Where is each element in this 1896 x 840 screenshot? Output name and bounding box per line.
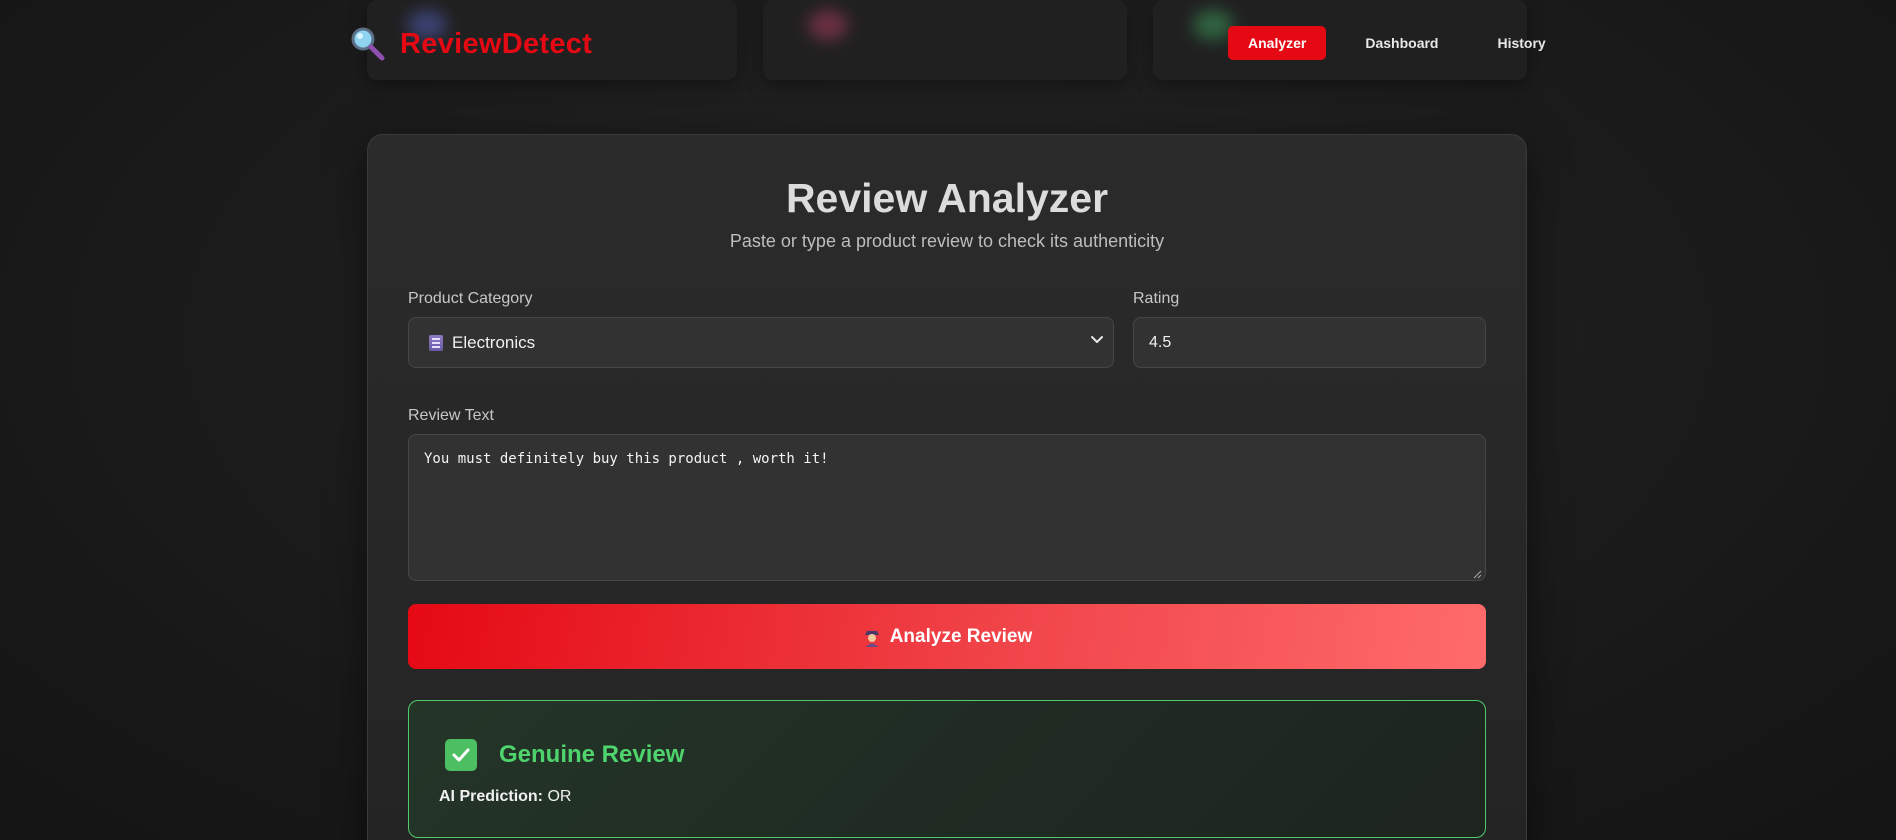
prediction-value: OR <box>547 788 572 805</box>
check-icon <box>445 739 477 771</box>
building-icon <box>429 334 443 351</box>
top-navbar: ReviewDetect Analyzer Dashboard History <box>0 0 1896 88</box>
rating-label: Rating <box>1133 290 1180 307</box>
page-title: Review Analyzer <box>785 175 1109 221</box>
category-select[interactable]: Electronics <box>408 317 1114 368</box>
review-label: Review Text <box>408 407 494 424</box>
result-panel: Genuine Review AI Prediction: OR <box>408 700 1486 838</box>
nav-dashboard[interactable]: Dashboard <box>1345 26 1458 60</box>
brand-title: ReviewDetect <box>400 27 593 60</box>
rating-input[interactable]: 4.5 <box>1133 317 1486 368</box>
chevron-down-icon <box>1089 331 1105 347</box>
page-subtitle: Paste or type a product review to check … <box>729 231 1165 251</box>
analyze-review-button[interactable]: Analyze Review <box>408 604 1486 669</box>
detective-icon <box>862 627 882 647</box>
prediction-label: AI Prediction: <box>439 788 544 805</box>
nav-analyzer[interactable]: Analyzer <box>1228 26 1327 60</box>
review-textarea[interactable]: You must definitely buy this product , w… <box>408 434 1486 581</box>
category-value: Electronics <box>452 332 536 352</box>
review-value: You must definitely buy this product , w… <box>424 451 829 467</box>
ai-prediction: AI Prediction: OR <box>439 788 571 806</box>
nav-links: Analyzer Dashboard History <box>1228 26 1566 60</box>
brand[interactable]: ReviewDetect <box>350 26 592 62</box>
analyzer-card: Review Analyzer Paste or type a product … <box>367 134 1527 840</box>
magnifier-icon <box>350 26 386 62</box>
rating-value: 4.5 <box>1149 333 1172 351</box>
analyze-button-label: Analyze Review <box>889 625 1033 647</box>
nav-history[interactable]: History <box>1477 26 1565 60</box>
verdict-title: Genuine Review <box>499 741 685 768</box>
category-label: Product Category <box>408 290 533 307</box>
resize-handle-icon[interactable] <box>1472 567 1482 579</box>
